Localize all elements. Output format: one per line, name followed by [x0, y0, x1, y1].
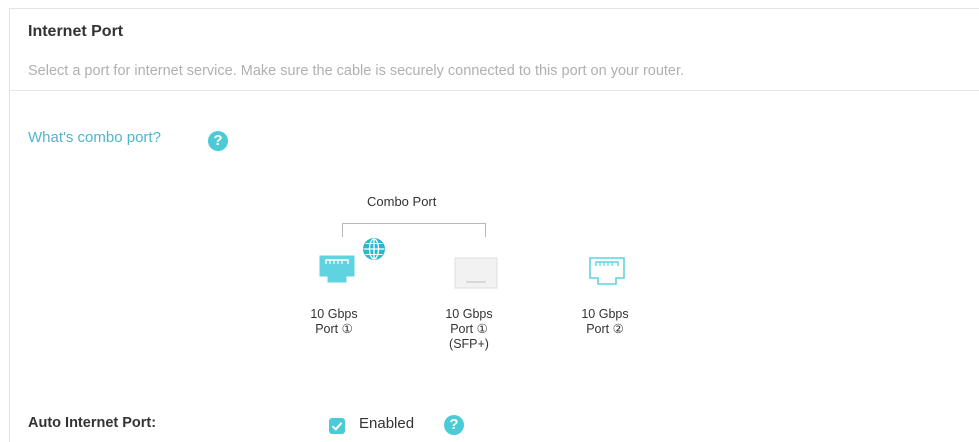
port-sfp-label: 10 Gbps Port ① (SFP+): [431, 307, 507, 352]
port-2-label: 10 Gbps Port ②: [567, 307, 643, 337]
port-1-sfp[interactable]: [454, 257, 498, 289]
port-1-speed: 10 Gbps: [310, 307, 358, 321]
internet-port-panel: Internet Port Select a port for internet…: [9, 8, 979, 442]
enabled-label: Enabled: [359, 415, 415, 432]
port-1-ethernet[interactable]: [318, 238, 398, 283]
port-1-name: Port ①: [315, 322, 353, 336]
question-icon[interactable]: ?: [208, 131, 228, 151]
question-icon[interactable]: ?: [444, 415, 464, 435]
port-1-label: 10 Gbps Port ①: [296, 307, 372, 337]
auto-internet-port-checkbox[interactable]: [329, 418, 345, 434]
port-2-speed: 10 Gbps: [581, 307, 629, 321]
section-description: Select a port for internet service. Make…: [28, 63, 685, 79]
sfp-port-icon: [454, 257, 498, 289]
combo-port-bracket: [342, 223, 486, 237]
ethernet-port-icon: [319, 238, 385, 283]
check-icon: [331, 422, 343, 431]
port-sfp-type: (SFP+): [449, 337, 489, 351]
section-title: Internet Port: [28, 23, 124, 40]
divider: [10, 90, 979, 91]
combo-port-help-link[interactable]: What's combo port?: [28, 129, 161, 146]
port-sfp-speed: 10 Gbps: [445, 307, 493, 321]
combo-port-caption: Combo Port: [367, 194, 437, 209]
auto-internet-port-label: Auto Internet Port:: [28, 415, 157, 431]
port-2-ethernet[interactable]: [588, 256, 628, 286]
port-2-name: Port ②: [586, 322, 624, 336]
globe-icon: [363, 238, 385, 260]
port-sfp-name: Port ①: [450, 322, 488, 336]
ethernet-port-icon: [589, 257, 625, 285]
